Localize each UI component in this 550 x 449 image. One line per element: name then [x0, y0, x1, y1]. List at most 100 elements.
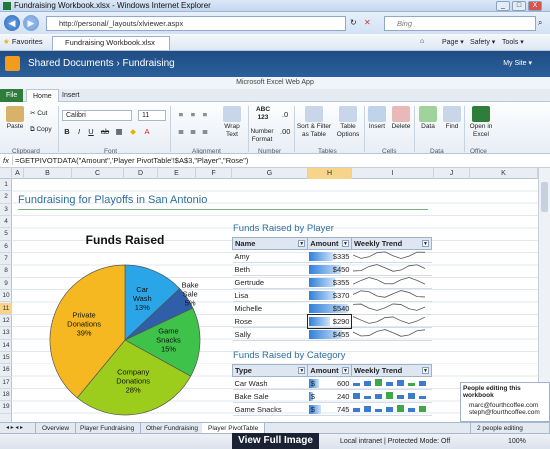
row-header[interactable]: 8: [0, 265, 12, 278]
col-header[interactable]: K: [470, 168, 538, 179]
row-header[interactable]: 10: [0, 290, 12, 303]
stop-icon[interactable]: ✕: [364, 18, 371, 27]
table-row[interactable]: Car Wash $600: [232, 376, 432, 391]
tab-insert[interactable]: Insert: [56, 89, 86, 102]
chevron-down-icon[interactable]: ▼: [341, 367, 349, 375]
align-bottom-icon[interactable]: ≡: [200, 110, 210, 120]
underline-button[interactable]: U: [86, 127, 96, 137]
row-header[interactable]: 19: [0, 401, 12, 414]
align-middle-icon[interactable]: ≡: [188, 110, 198, 120]
player-trend-header[interactable]: Weekly Trend ▼: [350, 236, 433, 251]
bold-button[interactable]: B: [62, 127, 72, 137]
player-name-header[interactable]: Name ▼: [231, 236, 309, 251]
align-left-icon[interactable]: ≣: [176, 127, 186, 137]
zoom-level[interactable]: 100%: [508, 434, 526, 449]
player-amount-header[interactable]: Amount ▼: [307, 236, 352, 251]
search-input[interactable]: Bing: [384, 16, 536, 31]
increase-decimal-icon[interactable]: .0: [280, 110, 290, 120]
col-header[interactable]: G: [232, 168, 308, 179]
col-header[interactable]: F: [196, 168, 232, 179]
minimize-button[interactable]: _: [496, 1, 510, 11]
table-row[interactable]: Game Snacks $745: [232, 402, 432, 417]
chevron-down-icon[interactable]: ▼: [341, 240, 349, 248]
copy-button[interactable]: ⧉ Copy: [30, 126, 52, 134]
table-row[interactable]: Sally $455: [232, 327, 432, 342]
row-header[interactable]: 9: [0, 278, 12, 291]
italic-button[interactable]: I: [74, 127, 84, 137]
category-type-header[interactable]: Type ▼: [231, 363, 309, 378]
scroll-thumb[interactable]: [541, 182, 548, 212]
page-menu[interactable]: Page ▾: [442, 38, 464, 46]
table-row[interactable]: Lisa $370: [232, 288, 432, 303]
font-color-icon[interactable]: A: [142, 127, 152, 137]
align-top-icon[interactable]: ≡: [176, 110, 186, 120]
row-header[interactable]: 15: [0, 352, 12, 365]
col-header[interactable]: J: [434, 168, 470, 179]
row-header[interactable]: 4: [0, 216, 12, 229]
table-row[interactable]: Gertrude $355: [232, 275, 432, 290]
insert-button[interactable]: Insert: [366, 106, 388, 131]
col-header[interactable]: E: [158, 168, 196, 179]
decrease-decimal-icon[interactable]: .00: [280, 127, 290, 137]
row-header[interactable]: 2: [0, 191, 12, 204]
table-row[interactable]: Bake Sale $240: [232, 389, 432, 404]
select-all[interactable]: [0, 168, 12, 179]
table-options-button[interactable]: Table Options: [334, 106, 362, 139]
font-name-select[interactable]: Calibri: [62, 110, 132, 121]
maximize-button[interactable]: □: [512, 1, 526, 11]
close-button[interactable]: X: [528, 1, 542, 11]
breadcrumb[interactable]: Shared Documents › Fundraising: [28, 58, 175, 69]
url-field[interactable]: http://personal/_layouts/xlviewer.aspx: [46, 16, 346, 31]
paste-button[interactable]: Paste: [4, 106, 26, 131]
row-header[interactable]: 1: [0, 179, 12, 192]
table-row[interactable]: Beth $450: [232, 262, 432, 277]
row-header[interactable]: 3: [0, 204, 12, 217]
delete-button[interactable]: Delete: [390, 106, 412, 131]
row-header[interactable]: 12: [0, 315, 12, 328]
cut-button[interactable]: ✂ Cut: [30, 110, 47, 118]
row-header[interactable]: 5: [0, 228, 12, 241]
chevron-down-icon[interactable]: ▼: [422, 240, 429, 248]
search-icon[interactable]: ⌕: [538, 18, 542, 28]
sort-filter-button[interactable]: Sort & Filter as Table: [296, 106, 332, 139]
col-header[interactable]: C: [72, 168, 124, 179]
home-icon[interactable]: ⌂: [420, 38, 424, 45]
category-trend-header[interactable]: Weekly Trend ▼: [350, 363, 433, 378]
data-button[interactable]: Data: [418, 106, 438, 131]
chevron-down-icon[interactable]: ▼: [298, 240, 306, 248]
col-header[interactable]: I: [352, 168, 434, 179]
chevron-down-icon[interactable]: ▼: [298, 367, 306, 375]
number-format-button[interactable]: Number Format: [248, 128, 276, 144]
back-icon[interactable]: ◀: [4, 15, 20, 31]
col-header[interactable]: B: [24, 168, 72, 179]
row-header[interactable]: 14: [0, 340, 12, 352]
tools-menu[interactable]: Tools ▾: [502, 38, 524, 46]
my-site-link[interactable]: My Site ▾: [503, 59, 532, 67]
chevron-down-icon[interactable]: ▼: [422, 367, 429, 375]
table-row[interactable]: Rose $290: [232, 313, 432, 329]
table-row[interactable]: Michelle $540: [232, 301, 432, 316]
align-center-icon[interactable]: ≣: [188, 127, 198, 137]
col-header[interactable]: H: [308, 168, 352, 179]
row-header[interactable]: 18: [0, 389, 12, 402]
view-full-image-banner[interactable]: View Full Image: [232, 433, 319, 449]
col-header[interactable]: D: [124, 168, 158, 179]
row-header[interactable]: 17: [0, 377, 12, 389]
table-row[interactable]: Amy $335: [232, 249, 432, 264]
forward-icon[interactable]: ▶: [23, 15, 39, 31]
find-button[interactable]: Find: [442, 106, 462, 131]
safety-menu[interactable]: Safety ▾: [470, 38, 495, 46]
favorites-button[interactable]: ★ Favorites: [3, 37, 43, 46]
wrap-text-button[interactable]: Wrap Text: [220, 106, 244, 139]
align-right-icon[interactable]: ≣: [200, 127, 210, 137]
row-header[interactable]: 7: [0, 253, 12, 266]
col-header[interactable]: A: [12, 168, 24, 179]
fill-color-icon[interactable]: ◆: [128, 127, 138, 137]
row-header[interactable]: 6: [0, 241, 12, 254]
borders-icon[interactable]: ▦: [114, 127, 124, 137]
tab-home[interactable]: Home: [26, 89, 59, 102]
row-header[interactable]: 11: [0, 302, 12, 315]
font-size-select[interactable]: 11: [138, 110, 166, 121]
formula-text[interactable]: =GETPIVOTDATA("Amount",'Player PivotTabl…: [15, 156, 248, 165]
strikethrough-button[interactable]: ab: [100, 127, 110, 137]
